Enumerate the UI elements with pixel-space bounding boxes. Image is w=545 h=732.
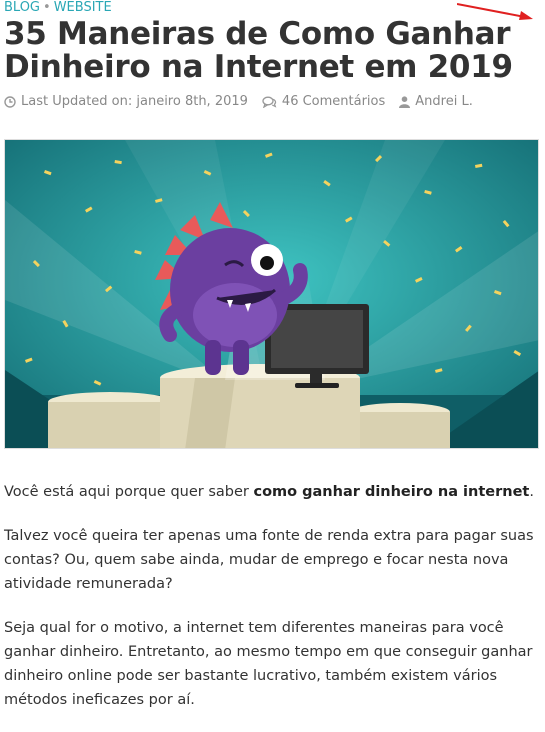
paragraph-2: Talvez você queira ter apenas uma fonte … xyxy=(4,528,534,592)
breadcrumb: BLOG • WEBSITE xyxy=(4,0,112,16)
paragraph-1-end: . xyxy=(529,484,534,500)
article-body: Você está aqui porque quer saber como ga… xyxy=(4,480,534,732)
breadcrumb-website-link[interactable]: WEBSITE xyxy=(54,0,112,15)
updated-text: Last Updated on: janeiro 8th, 2019 xyxy=(21,94,248,109)
author-name[interactable]: Andrei L. xyxy=(415,94,473,109)
paragraph-1: Você está aqui porque quer saber como ga… xyxy=(4,480,534,504)
comments-icon xyxy=(262,96,277,108)
updated-date: Last Updated on: janeiro 8th, 2019 xyxy=(4,94,248,109)
comments-count[interactable]: 46 Comentários xyxy=(262,94,385,109)
post-meta: Last Updated on: janeiro 8th, 2019 46 Co… xyxy=(4,94,473,109)
breadcrumb-blog-link[interactable]: BLOG xyxy=(4,0,40,15)
author[interactable]: Andrei L. xyxy=(399,94,473,109)
paragraph-3: Seja qual for o motivo, a internet tem d… xyxy=(4,620,533,708)
paragraph-1-bold: como ganhar dinheiro na internet xyxy=(253,484,530,500)
clock-icon xyxy=(4,95,16,108)
page-title: 35 Maneiras de Como Ganhar Dinheiro na I… xyxy=(4,16,513,85)
user-icon xyxy=(399,95,411,108)
breadcrumb-separator: • xyxy=(43,0,51,15)
hero-illustration xyxy=(4,139,539,449)
comments-text[interactable]: 46 Comentários xyxy=(282,94,385,109)
paragraph-1-lead: Você está aqui porque quer saber xyxy=(4,484,254,500)
